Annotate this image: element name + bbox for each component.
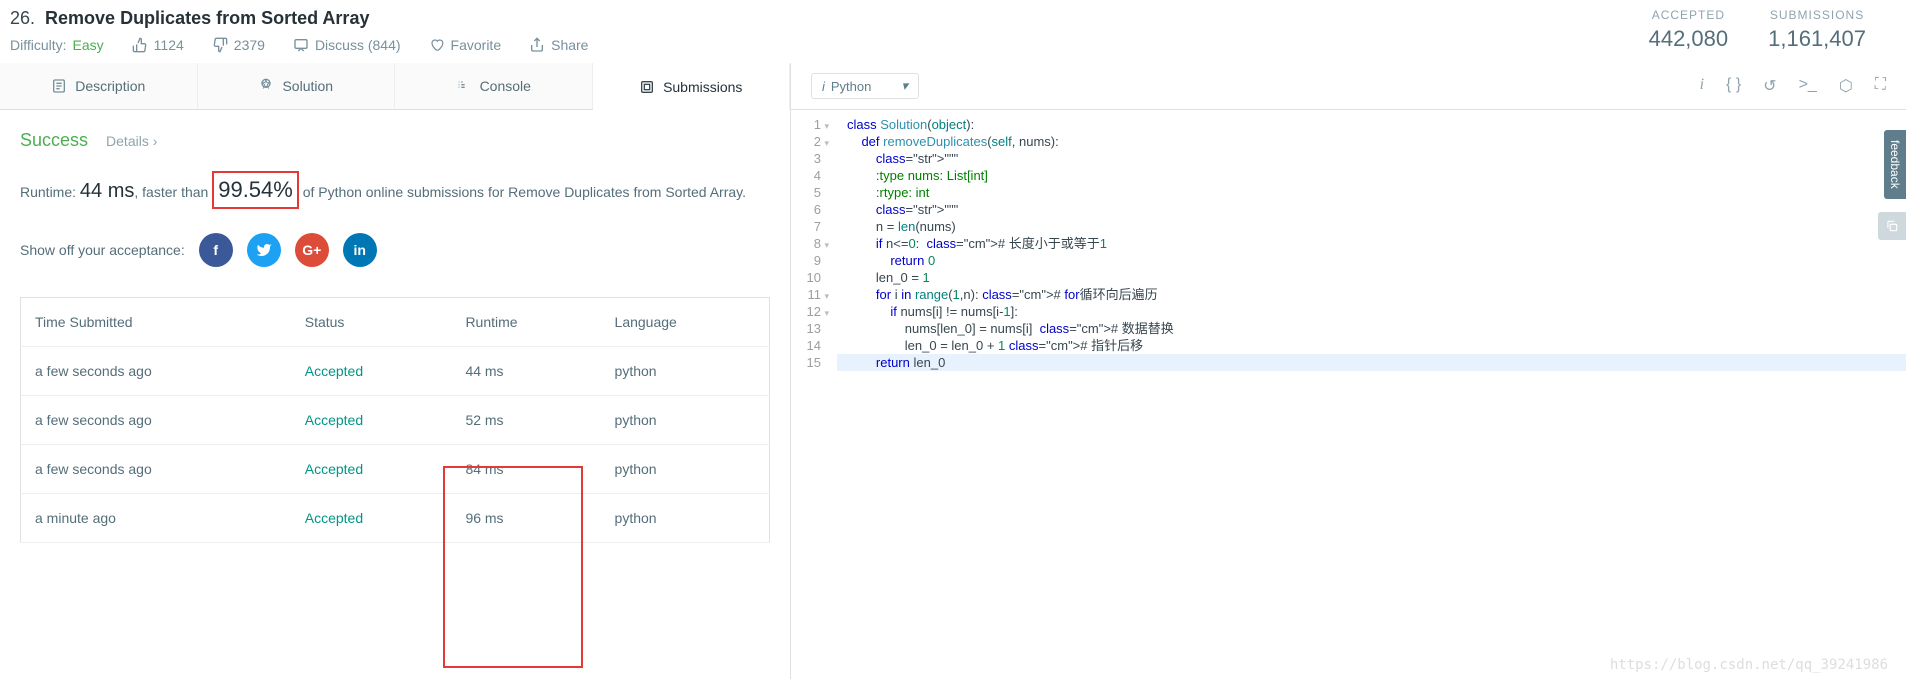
console-icon [456, 78, 472, 94]
watermark: https://blog.csdn.net/qq_39241986 [1610, 657, 1888, 673]
col-runtime: Runtime [451, 298, 600, 347]
tab-submissions[interactable]: Submissions [593, 63, 791, 110]
terminal-icon[interactable]: >_ [1799, 76, 1817, 96]
heart-icon [429, 37, 445, 53]
settings-icon[interactable]: ⬡ [1839, 76, 1853, 96]
submissions-stat: SUBMISSIONS 1,161,407 [1768, 8, 1866, 63]
problem-title: Remove Duplicates from Sorted Array [45, 8, 369, 29]
percentile-highlight: 99.54% [212, 171, 299, 209]
share-label: Show off your acceptance: [20, 242, 185, 258]
solution-icon [258, 78, 274, 94]
comment-icon [293, 37, 309, 53]
status-success: Success [20, 130, 88, 151]
linkedin-share[interactable]: in [343, 233, 377, 267]
dislike-button[interactable]: 2379 [212, 37, 265, 53]
chevron-down-icon: ▾ [901, 78, 908, 94]
table-row[interactable]: a few seconds agoAccepted52 mspython [21, 396, 770, 445]
accepted-stat: ACCEPTED 442,080 [1649, 8, 1729, 63]
language-select[interactable]: iPython ▾ [811, 73, 919, 99]
facebook-share[interactable]: f [199, 233, 233, 267]
table-row[interactable]: a few seconds agoAccepted44 mspython [21, 347, 770, 396]
difficulty: Difficulty: Easy [10, 37, 104, 53]
thumbs-down-icon [212, 37, 228, 53]
copy-button[interactable] [1878, 212, 1906, 240]
share-button[interactable]: Share [529, 37, 588, 53]
discuss-link[interactable]: Discuss (844) [293, 37, 401, 53]
col-time: Time Submitted [21, 298, 291, 347]
tab-description[interactable]: Description [0, 63, 198, 109]
difficulty-value: Easy [73, 37, 104, 53]
feedback-tab[interactable]: feedback [1884, 130, 1906, 199]
favorite-button[interactable]: Favorite [429, 37, 502, 53]
table-row[interactable]: a minute agoAccepted96 mspython [21, 494, 770, 543]
submissions-icon [639, 79, 655, 95]
thumbs-up-icon [132, 37, 148, 53]
tab-solution[interactable]: Solution [198, 63, 396, 109]
tab-console[interactable]: Console [395, 63, 593, 109]
description-icon [51, 78, 67, 94]
runtime-summary: Runtime: 44 ms, faster than 99.54% of Py… [20, 171, 770, 209]
col-status: Status [291, 298, 452, 347]
undo-icon[interactable]: ↺ [1763, 76, 1776, 96]
twitter-share[interactable] [247, 233, 281, 267]
details-link[interactable]: Details › [106, 133, 157, 149]
info-icon[interactable]: i [1700, 76, 1704, 96]
braces-icon[interactable]: { } [1726, 76, 1741, 96]
googleplus-share[interactable]: G+ [295, 233, 329, 267]
submissions-table: Time Submitted Status Runtime Language a… [20, 297, 770, 543]
problem-number: 26. [10, 8, 35, 29]
share-icon [529, 37, 545, 53]
like-button[interactable]: 1124 [132, 37, 184, 53]
copy-icon [1885, 219, 1899, 233]
fullscreen-icon[interactable]: ⛶ [1875, 76, 1886, 96]
table-row[interactable]: a few seconds agoAccepted84 mspython [21, 445, 770, 494]
col-lang: Language [601, 298, 770, 347]
